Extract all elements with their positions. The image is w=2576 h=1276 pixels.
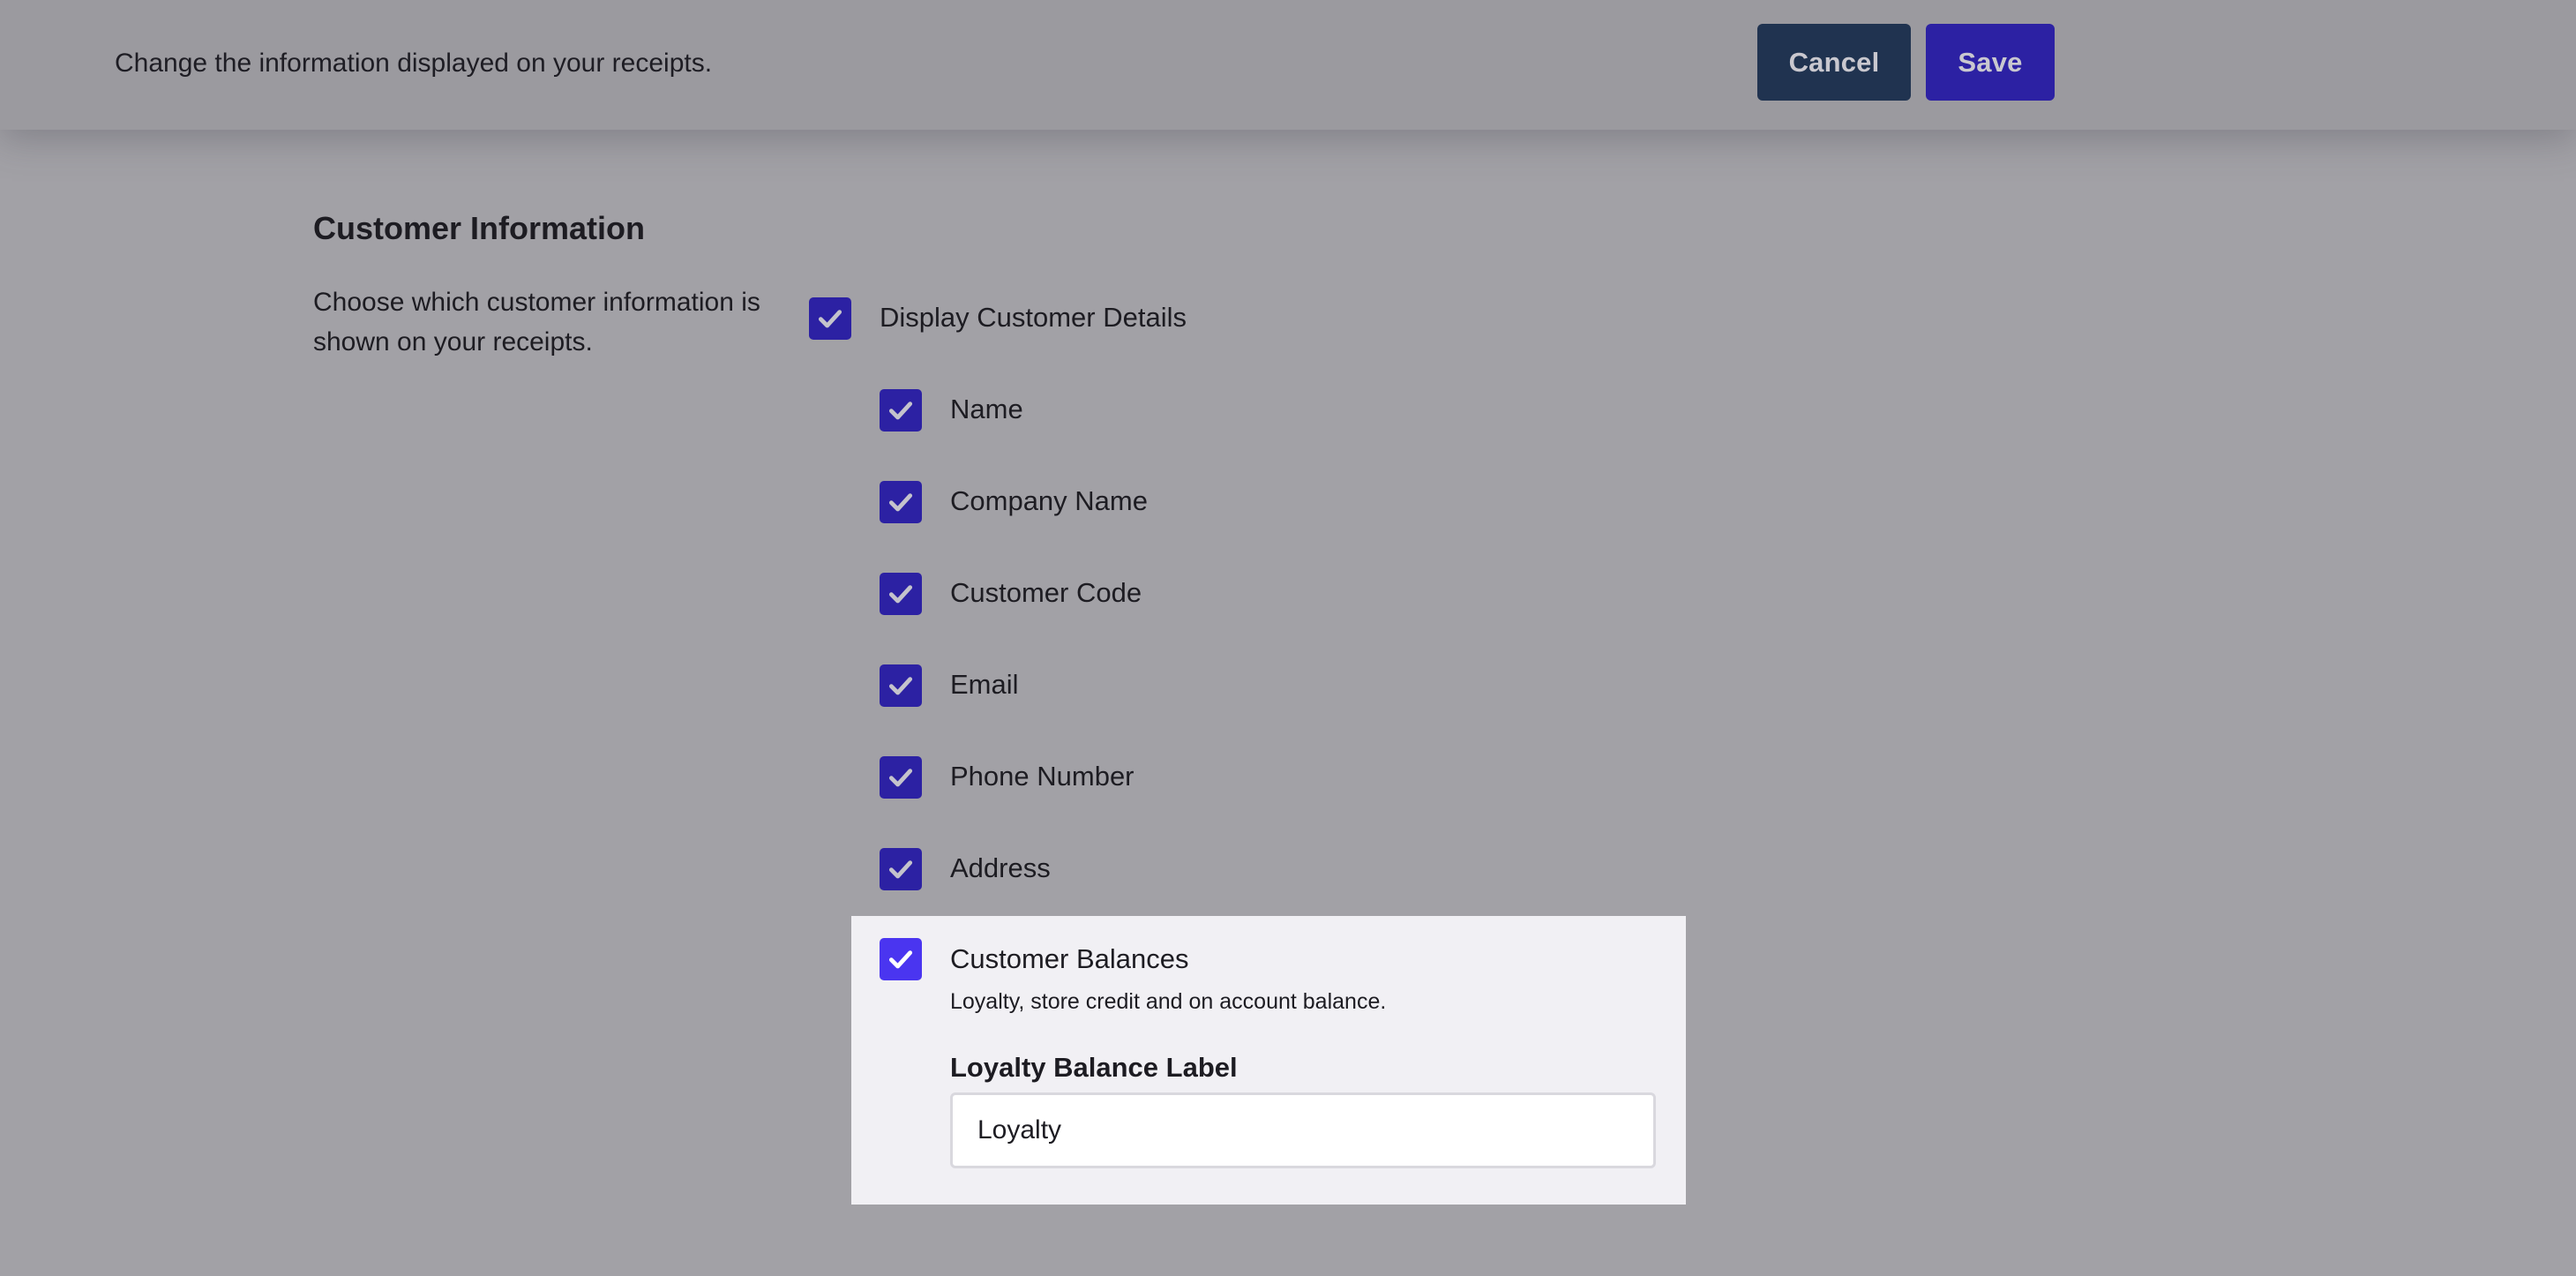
checkmark-icon (888, 950, 913, 969)
address-checkbox[interactable] (880, 848, 922, 890)
section-description: Choose which customer information is sho… (313, 288, 760, 357)
email-label[interactable]: Email (950, 664, 1019, 705)
customer-code-label[interactable]: Customer Code (950, 573, 1142, 613)
display-customer-details-checkbox[interactable] (809, 297, 851, 340)
display-customer-details-label[interactable]: Display Customer Details (880, 297, 1187, 338)
loyalty-balance-label-input[interactable] (950, 1092, 1656, 1168)
company-name-checkbox[interactable] (880, 481, 922, 523)
email-checkbox[interactable] (880, 664, 922, 707)
top-bar: Change the information displayed on your… (0, 0, 2576, 130)
customer-balances-description: Loyalty, store credit and on account bal… (950, 989, 1387, 1014)
checkmark-icon (888, 585, 913, 604)
loyalty-balance-label-heading: Loyalty Balance Label (950, 1052, 1238, 1083)
name-label[interactable]: Name (950, 389, 1023, 430)
section-title: Customer Information (313, 210, 646, 246)
cancel-button[interactable]: Cancel (1757, 24, 1911, 101)
address-label[interactable]: Address (950, 848, 1051, 889)
save-button[interactable]: Save (1926, 24, 2055, 101)
phone-number-label[interactable]: Phone Number (950, 756, 1134, 797)
page-description: Change the information displayed on your… (115, 49, 713, 78)
name-checkbox[interactable] (880, 389, 922, 432)
customer-code-checkbox[interactable] (880, 573, 922, 615)
customer-balances-checkbox[interactable] (880, 938, 922, 980)
phone-number-checkbox[interactable] (880, 756, 922, 799)
checkmark-icon (888, 493, 913, 512)
checkmark-icon (888, 402, 913, 420)
customer-balances-label[interactable]: Customer Balances (950, 939, 1189, 980)
checkmark-icon (888, 677, 913, 695)
checkmark-icon (818, 310, 842, 328)
company-name-label[interactable]: Company Name (950, 481, 1148, 522)
checkmark-icon (888, 769, 913, 787)
checkmark-icon (888, 860, 913, 879)
